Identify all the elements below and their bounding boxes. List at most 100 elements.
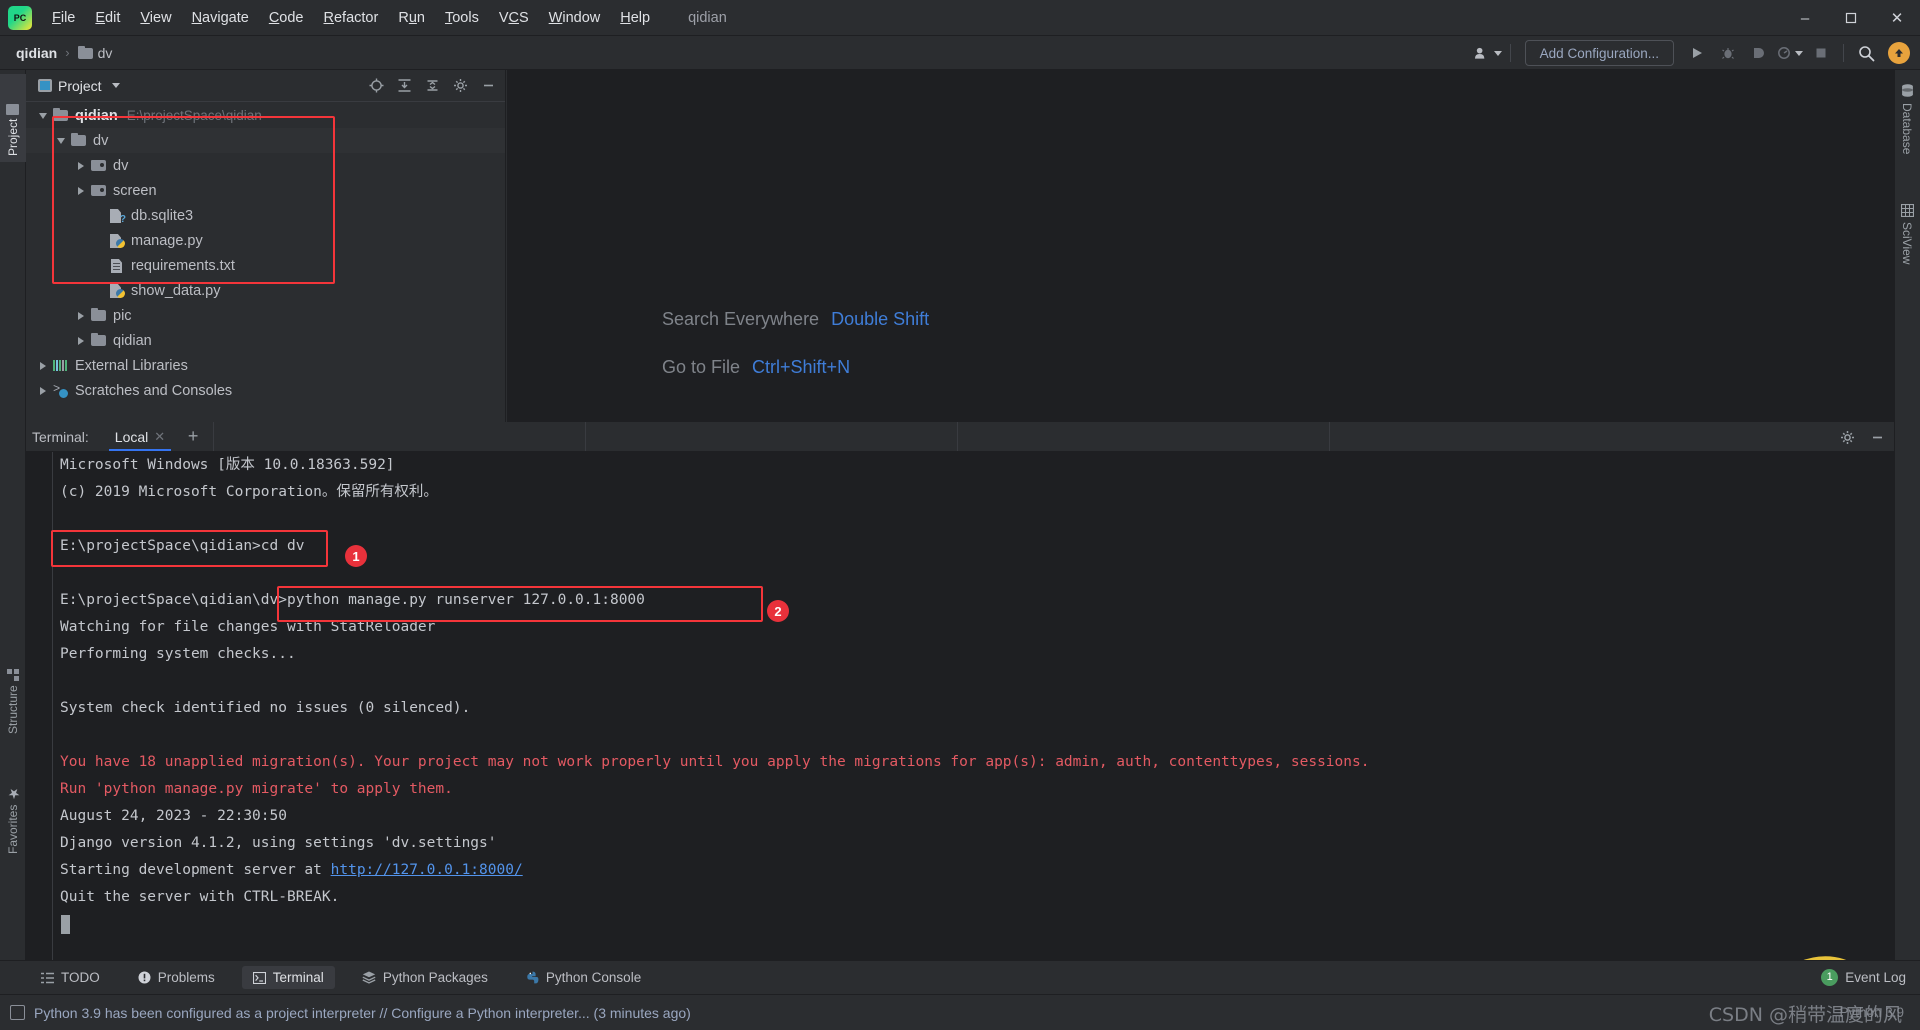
close-icon[interactable]: ✕: [154, 429, 165, 445]
coverage-icon[interactable]: [1745, 40, 1773, 66]
pycharm-window: File Edit View Navigate Code Refactor Ru…: [0, 0, 1920, 1030]
python-file-icon: [108, 283, 125, 298]
update-icon[interactable]: [1888, 42, 1910, 64]
minimize-button[interactable]: –: [1782, 0, 1828, 36]
folder-icon: [77, 45, 93, 59]
bottom-tab-todo[interactable]: TODO: [30, 966, 111, 989]
tree-row-scratches-and-consoles[interactable]: Scratches and Consoles: [26, 378, 505, 403]
run-icon[interactable]: [1683, 40, 1711, 66]
chevron-right-icon[interactable]: [72, 336, 90, 345]
terminal-gutter: [52, 452, 53, 960]
db-file-icon: [108, 208, 126, 225]
terminal-tab-local[interactable]: Local ✕: [101, 422, 179, 451]
project-panel-title[interactable]: Project: [38, 78, 120, 94]
tree-label: manage.py: [131, 232, 203, 249]
close-button[interactable]: ✕: [1874, 0, 1920, 36]
tree-row-dv-module[interactable]: dv: [26, 153, 505, 178]
tree-label: Scratches and Consoles: [75, 382, 233, 399]
collapse-all-icon[interactable]: [391, 73, 417, 99]
event-log-button[interactable]: 1 Event Log: [1821, 960, 1906, 994]
menu-code[interactable]: Code: [259, 6, 314, 30]
tree-row-qidian-root[interactable]: qidian E:\projectSpace\qidian: [26, 103, 505, 128]
chevron-down-icon[interactable]: [52, 137, 70, 144]
scratches-icon: [52, 382, 69, 399]
menu-edit[interactable]: Edit: [85, 6, 130, 30]
status-bar: Python 3.9 has been configured as a proj…: [0, 994, 1920, 1030]
terminal-tab-bar: Terminal: Local ✕ +: [26, 422, 1894, 452]
navbar-toolbar: Add Configuration...: [1474, 36, 1914, 70]
terminal-line: Performing system checks...: [60, 646, 296, 662]
tree-row-show-data-py[interactable]: show_data.py: [26, 278, 505, 303]
breadcrumb-dv[interactable]: dv: [74, 43, 117, 63]
server-url-link[interactable]: http://127.0.0.1:8000/: [331, 862, 523, 878]
menu-navigate[interactable]: Navigate: [182, 6, 259, 30]
tree-row-db-sqlite3[interactable]: db.sqlite3: [26, 203, 505, 228]
breadcrumb-separator: ›: [65, 45, 70, 60]
sidebar-item-project[interactable]: Project: [0, 74, 26, 162]
bottom-tab-terminal[interactable]: Terminal: [241, 966, 335, 989]
breadcrumb-project[interactable]: qidian: [12, 43, 61, 63]
maximize-button[interactable]: [1828, 0, 1874, 36]
menu-view[interactable]: View: [130, 6, 181, 30]
status-message[interactable]: Python 3.9 has been configured as a proj…: [10, 1005, 691, 1021]
project-panel-actions: [363, 73, 505, 99]
debug-icon[interactable]: [1714, 40, 1742, 66]
project-folder-icon: [6, 103, 20, 115]
expand-icon[interactable]: [419, 73, 445, 99]
divider: [1509, 44, 1511, 62]
search-icon[interactable]: [1852, 40, 1880, 66]
folder-module-icon: [90, 183, 107, 198]
menu-tools[interactable]: Tools: [435, 6, 489, 30]
window-controls: – ✕: [1782, 0, 1920, 36]
menu-window[interactable]: Window: [539, 6, 611, 30]
add-configuration-button[interactable]: Add Configuration...: [1524, 40, 1674, 66]
sidebar-item-favorites[interactable]: Favorites ★: [0, 760, 26, 860]
bottom-tab-python-packages[interactable]: Python Packages: [351, 966, 499, 989]
sidebar-item-database[interactable]: Database: [1894, 78, 1920, 178]
tree-row-qidian-sub[interactable]: qidian: [26, 328, 505, 353]
project-tree: qidian E:\projectSpace\qidian dv dv scre…: [26, 102, 505, 403]
menu-file[interactable]: File: [42, 6, 85, 30]
shortcut-hints: Search Everywhere Double Shift Go to File…: [662, 295, 929, 391]
target-icon[interactable]: [363, 73, 389, 99]
chevron-right-icon[interactable]: [34, 386, 52, 395]
tree-label: External Libraries: [75, 357, 188, 374]
chevron-right-icon[interactable]: [72, 161, 90, 170]
bottom-tab-python-console[interactable]: Python Console: [515, 966, 652, 989]
menu-help[interactable]: Help: [610, 6, 660, 30]
menu-run[interactable]: Run: [388, 6, 435, 30]
new-terminal-button[interactable]: +: [179, 422, 207, 451]
person-icon[interactable]: [1474, 40, 1502, 66]
gear-icon[interactable]: [447, 73, 473, 99]
profiler-icon[interactable]: [1776, 40, 1804, 66]
tree-row-screen[interactable]: screen: [26, 178, 505, 203]
gear-icon[interactable]: [1834, 424, 1860, 450]
tree-label: qidian: [113, 332, 152, 349]
watermark: CSDN @稍带温度的风: [1708, 1004, 1902, 1026]
chevron-down-icon[interactable]: [34, 112, 52, 119]
stop-icon[interactable]: [1807, 40, 1835, 66]
menu-refactor[interactable]: Refactor: [314, 6, 389, 30]
sidebar-item-sciview[interactable]: SciView: [1894, 198, 1920, 288]
tree-row-external-libraries[interactable]: External Libraries: [26, 353, 505, 378]
tree-row-manage-py[interactable]: manage.py: [26, 228, 505, 253]
tree-label: requirements.txt: [131, 257, 235, 274]
terminal-line-server-url: Starting development server at http://12…: [60, 862, 523, 878]
minimize-icon[interactable]: [475, 73, 501, 99]
sidebar-item-structure[interactable]: Structure: [0, 640, 26, 740]
tree-row-pic[interactable]: pic: [26, 303, 505, 328]
tree-row-dv[interactable]: dv: [26, 128, 505, 153]
terminal-line-migration-warning: You have 18 unapplied migration(s). Your…: [60, 754, 1370, 770]
tree-row-requirements-txt[interactable]: requirements.txt: [26, 253, 505, 278]
chevron-right-icon[interactable]: [72, 186, 90, 195]
minimize-icon[interactable]: [1864, 424, 1890, 450]
menu-vcs[interactable]: VCS: [489, 6, 539, 30]
terminal-output[interactable]: Microsoft Windows [版本 10.0.18363.592] (c…: [26, 452, 1894, 960]
project-panel-header: Project: [26, 70, 505, 102]
left-tool-stripe: Project Structure Favorites ★: [0, 70, 26, 960]
chevron-right-icon[interactable]: [72, 311, 90, 320]
bottom-tab-problems[interactable]: Problems: [127, 966, 226, 989]
chevron-right-icon[interactable]: [34, 361, 52, 370]
